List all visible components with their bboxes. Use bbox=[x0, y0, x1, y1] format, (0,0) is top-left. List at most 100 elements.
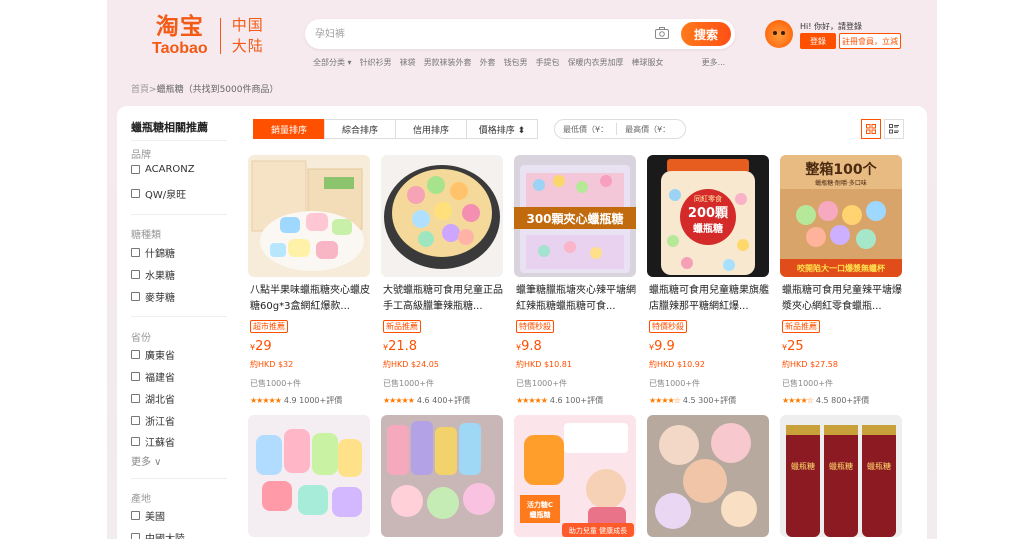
list-view-button[interactable] bbox=[884, 119, 904, 139]
rating-score: 4.6 bbox=[549, 396, 563, 405]
product-title[interactable]: 蠟瓶糖可食用兒童糖果旗艦店臘辣那平糖網紅爆... bbox=[649, 283, 773, 315]
hotword[interactable]: 全部分类 ▾ bbox=[313, 57, 352, 68]
region-line-2: 大陆 bbox=[231, 36, 264, 55]
product-card[interactable] bbox=[647, 415, 772, 537]
hotword[interactable]: 手提包 bbox=[536, 57, 560, 68]
product-image[interactable]: 同紅零食 200顆 蠟瓶糖 bbox=[647, 155, 769, 277]
checkbox[interactable] bbox=[131, 248, 140, 257]
product-image[interactable] bbox=[381, 415, 503, 537]
product-image[interactable] bbox=[647, 415, 769, 537]
product-title[interactable]: 蠟瓶糖可食用兒童辣平塘爆漿夾心網紅零食蠟瓶... bbox=[782, 283, 906, 315]
product-image[interactable] bbox=[248, 155, 370, 277]
product-title[interactable]: 大號蠟瓶糖可食用兒童正品手工高級臘筆辣瓶糖... bbox=[383, 283, 507, 315]
product-card[interactable]: 整箱100个 蠟瓶糖·耐嚼·多口味 咬開陷大一口爆漿無蠟杯 蠟瓶糖可食用兒童辣平… bbox=[780, 155, 905, 405]
hotword[interactable]: 棒球服女 bbox=[632, 57, 664, 68]
filter-option[interactable]: QW/泉旺 bbox=[131, 186, 186, 201]
filter-option[interactable]: 美國 bbox=[131, 508, 165, 523]
checkbox[interactable] bbox=[131, 270, 140, 279]
carton-headline: 整箱100个 bbox=[804, 161, 877, 178]
filter-option[interactable]: ACARONZ bbox=[131, 164, 195, 175]
register-button[interactable]: 註冊會員，立減 bbox=[839, 33, 901, 49]
checkbox[interactable] bbox=[131, 533, 140, 539]
product-title[interactable]: 八點半果味蠟瓶糖夾心蠟皮糖60g*3盒網紅爆款... bbox=[250, 283, 374, 315]
product-card[interactable] bbox=[248, 415, 373, 537]
checkbox[interactable] bbox=[131, 511, 140, 520]
hotword[interactable]: 袜袋 bbox=[400, 57, 416, 68]
product-card[interactable] bbox=[381, 415, 506, 537]
price-max-input[interactable]: 最高價（¥： bbox=[617, 124, 678, 135]
product-rating: ★★★★★ 4.6 100+評價 bbox=[516, 395, 603, 406]
product-image[interactable]: 蠟瓶糖 蠟瓶糖 蠟瓶糖 bbox=[780, 415, 902, 537]
product-card[interactable]: 活力糖C 蠟瓶糖 助力兒童 健康成長 bbox=[514, 415, 639, 537]
tab-price-sort[interactable]: 價格排序 ⬍ bbox=[466, 119, 538, 139]
candy-closeup-image bbox=[647, 415, 769, 537]
hotword[interactable]: 保暖内衣男加厚 bbox=[568, 57, 624, 68]
product-image[interactable] bbox=[248, 415, 370, 537]
checkbox[interactable] bbox=[131, 416, 140, 425]
product-card[interactable]: 同紅零食 200顆 蠟瓶糖 蠟瓶糖可食用兒童糖果旗艦店臘辣那平糖網紅爆... 特… bbox=[647, 155, 772, 405]
review-count[interactable]: 1000+評價 bbox=[299, 395, 342, 406]
filter-option[interactable]: 麥芽糖 bbox=[131, 289, 175, 304]
filter-option-label: 湖北省 bbox=[145, 395, 175, 406]
search-button[interactable]: 搜索 bbox=[681, 22, 731, 46]
product-image[interactable]: 300顆夾心蠟瓶糖 bbox=[514, 155, 636, 277]
product-card[interactable]: 大號蠟瓶糖可食用兒童正品手工高級臘筆辣瓶糖... 新品推薦 ¥21.8 約HKD… bbox=[381, 155, 506, 405]
filter-option[interactable]: 湖北省 bbox=[131, 391, 175, 406]
product-card[interactable]: 300顆夾心蠟瓶糖 蠟筆糖臘瓶塘夾心辣平塘網紅辣瓶糖蠟瓶糖可食... 特價秒殺 … bbox=[514, 155, 639, 405]
filter-option[interactable]: 什錦糖 bbox=[131, 245, 175, 260]
hotwords-more-link[interactable]: 更多... bbox=[702, 57, 726, 68]
hotword[interactable]: 男款袜装外套 bbox=[424, 57, 472, 68]
product-image[interactable]: 活力糖C 蠟瓶糖 助力兒童 健康成長 bbox=[514, 415, 636, 537]
candy-jar-image: 同紅零食 200顆 蠟瓶糖 bbox=[647, 155, 769, 277]
candy-pile-image bbox=[248, 415, 370, 537]
sidebar-divider bbox=[131, 316, 227, 317]
search-input[interactable] bbox=[315, 25, 635, 43]
rating-score: 4.5 bbox=[682, 396, 696, 405]
price-range-filter: 最低價（¥： 最高價（¥： bbox=[554, 119, 686, 139]
checkbox[interactable] bbox=[131, 437, 140, 446]
checkbox[interactable] bbox=[131, 292, 140, 301]
hkd-price: 約HKD $24.05 bbox=[383, 360, 439, 369]
hotword[interactable]: 针织衫男 bbox=[360, 57, 392, 68]
tab-sales-sort[interactable]: 銷量排序 bbox=[253, 119, 325, 139]
review-count[interactable]: 100+評價 bbox=[565, 395, 603, 406]
price-min-input[interactable]: 最低價（¥： bbox=[555, 124, 616, 135]
taobao-logo[interactable]: 淘宝 Taobao 中国 大陆 bbox=[152, 14, 264, 57]
checkbox[interactable] bbox=[131, 165, 140, 174]
tab-credit-sort[interactable]: 信用排序 bbox=[395, 119, 467, 139]
tab-overall-sort[interactable]: 綜合排序 bbox=[324, 119, 396, 139]
avatar[interactable] bbox=[765, 20, 793, 48]
hotword[interactable]: 钱包男 bbox=[504, 57, 528, 68]
product-rating: ★★★★★ 4.9 1000+評價 bbox=[250, 395, 342, 406]
promo-tag: 特價秒殺 bbox=[649, 320, 687, 333]
checkbox[interactable] bbox=[131, 350, 140, 359]
filter-option[interactable]: 廣東省 bbox=[131, 347, 175, 362]
checkbox[interactable] bbox=[131, 372, 140, 381]
grid-view-button[interactable] bbox=[861, 119, 881, 139]
product-card[interactable]: 八點半果味蠟瓶糖夾心蠟皮糖60g*3盒網紅爆款... 超市推薦 ¥29 約HKD… bbox=[248, 155, 373, 405]
filter-option[interactable]: 福建省 bbox=[131, 369, 175, 384]
login-button[interactable]: 登錄 bbox=[800, 33, 836, 49]
checkbox[interactable] bbox=[131, 189, 140, 198]
filter-option[interactable]: 中國大陸 bbox=[131, 530, 185, 539]
review-count[interactable]: 800+評價 bbox=[831, 395, 869, 406]
filter-option[interactable]: 水果糖 bbox=[131, 267, 175, 282]
product-card[interactable]: 蠟瓶糖 蠟瓶糖 蠟瓶糖 bbox=[780, 415, 905, 537]
show-more-provinces[interactable]: 更多 ∨ bbox=[131, 453, 162, 468]
hotword[interactable]: 外套 bbox=[480, 57, 496, 68]
promo-tag: 新品推薦 bbox=[782, 320, 820, 333]
filter-option[interactable]: 浙江省 bbox=[131, 413, 175, 428]
review-count[interactable]: 300+評價 bbox=[698, 395, 736, 406]
breadcrumb-home[interactable]: 首頁 bbox=[131, 85, 149, 95]
filter-option[interactable]: 江蘇省 bbox=[131, 434, 175, 449]
product-title[interactable]: 蠟筆糖臘瓶塘夾心辣平塘網紅辣瓶糖蠟瓶糖可食... bbox=[516, 283, 640, 315]
checkbox[interactable] bbox=[131, 394, 140, 403]
product-image[interactable] bbox=[381, 155, 503, 277]
region-line-1: 中国 bbox=[231, 15, 264, 34]
camera-icon[interactable] bbox=[655, 27, 669, 39]
review-count[interactable]: 400+評價 bbox=[432, 395, 470, 406]
price-value: 21.8 bbox=[388, 339, 418, 354]
product-results: 銷量排序 綜合排序 信用排序 價格排序 ⬍ 最低價（¥： 最高價（¥： 八點半果… bbox=[239, 106, 927, 539]
hkd-price: 約HKD $27.58 bbox=[782, 360, 838, 369]
product-image[interactable]: 整箱100个 蠟瓶糖·耐嚼·多口味 咬開陷大一口爆漿無蠟杯 bbox=[780, 155, 902, 277]
